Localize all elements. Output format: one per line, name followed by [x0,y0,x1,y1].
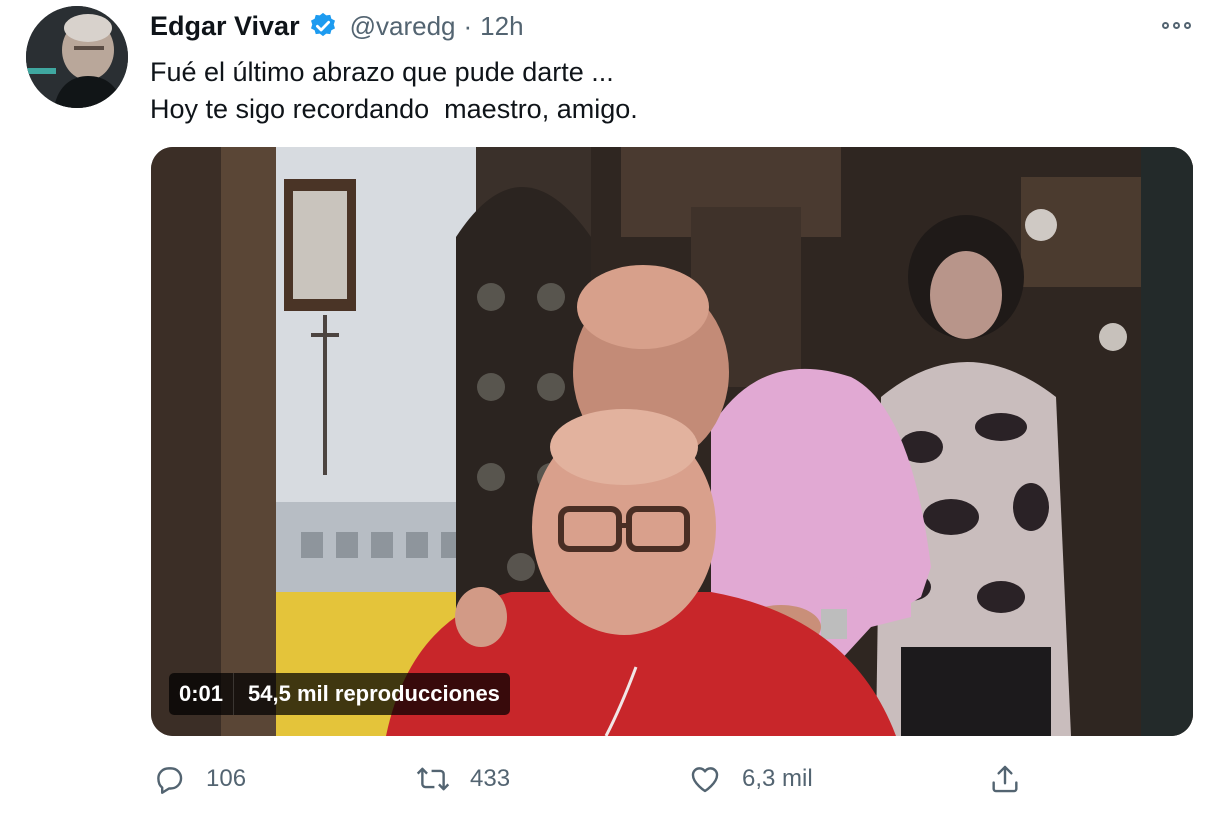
heart-icon [686,760,724,798]
tweet-actions: 106 433 6,3 mil [150,756,1200,802]
reply-count: 106 [206,765,247,792]
retweet-count: 433 [470,765,511,792]
video-frame [151,147,1193,736]
reply-button[interactable]: 106 [150,756,246,802]
video-player[interactable]: 0:01 54,5 mil reproducciones [151,147,1193,736]
avatar[interactable] [26,6,128,108]
retweet-icon [414,760,452,798]
tweet-timestamp[interactable]: 12h [480,11,523,42]
like-count: 6,3 mil [742,765,813,792]
author-name[interactable]: Edgar Vivar [150,11,300,42]
avatar-photo [26,6,128,108]
tweet-text-line-1: Fué el último abrazo que pude darte ... [150,57,614,87]
verified-badge-icon [308,11,338,41]
video-info-badge: 0:01 54,5 mil reproducciones [169,673,510,715]
tweet-text: Fué el último abrazo que pude darte ... H… [150,54,638,128]
share-icon [986,760,1024,798]
share-button[interactable] [986,756,1024,802]
reply-icon [150,760,188,798]
retweet-button[interactable]: 433 [414,756,510,802]
tweet-header: Edgar Vivar @varedg · 12h [150,8,524,44]
video-elapsed-time: 0:01 [179,681,224,706]
video-view-count: 54,5 mil reproducciones [248,681,500,706]
more-options-icon[interactable] [1156,14,1196,36]
tweet-text-line-2: Hoy te sigo recordando maestro, amigo. [150,94,638,124]
header-separator: · [463,10,473,41]
like-button[interactable]: 6,3 mil [686,756,813,802]
author-handle[interactable]: @varedg [350,11,456,42]
tweet-card[interactable]: Edgar Vivar @varedg · 12h Fué el último … [0,0,1224,816]
